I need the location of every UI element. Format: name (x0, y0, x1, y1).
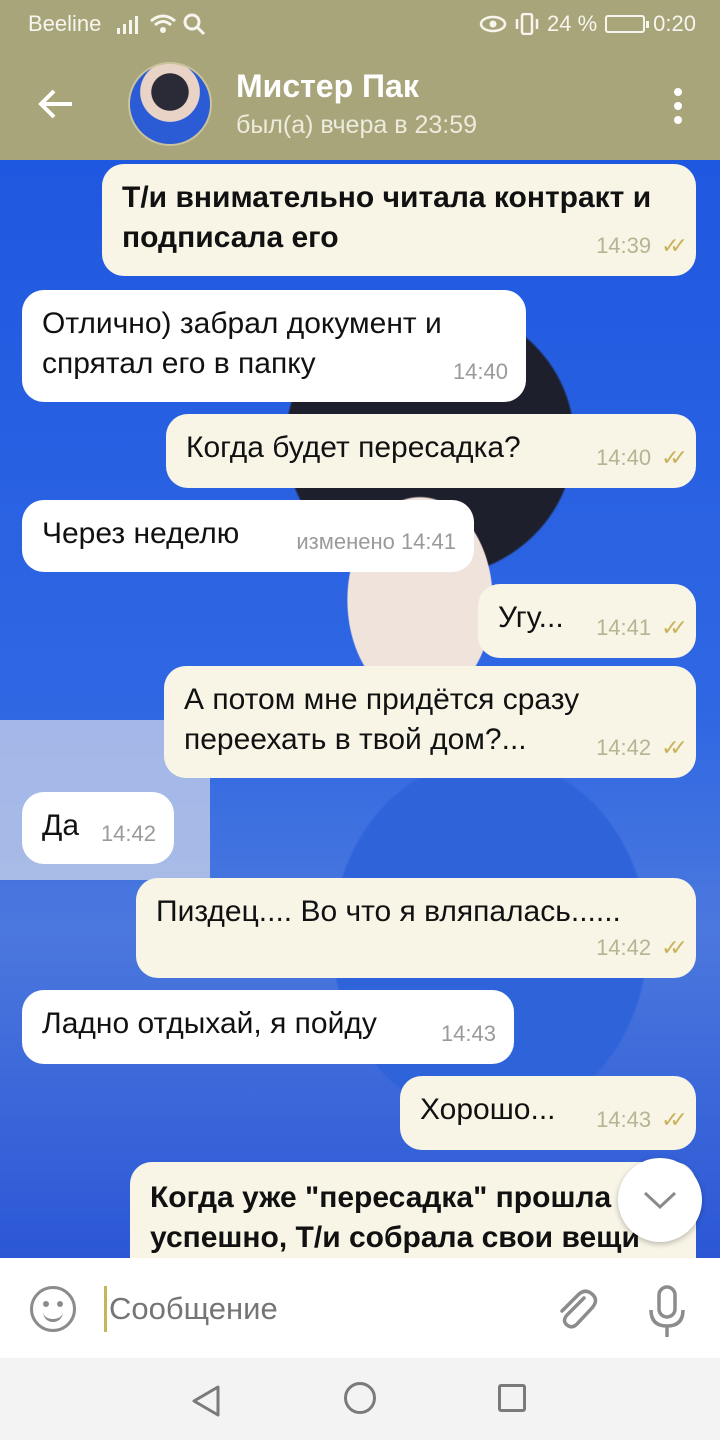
message-bubble[interactable]: Ладно отдыхай, я пойду 14:43 (22, 990, 514, 1064)
message-bubble[interactable]: Через неделю изменено 14:41 (22, 500, 474, 572)
contact-info[interactable]: Мистер Пак был(а) вчера в 23:59 (236, 68, 477, 140)
system-navigation-bar (0, 1358, 720, 1440)
message-text: Угу... (498, 601, 564, 634)
signal-icon (117, 16, 139, 34)
composer-bar (0, 1258, 720, 1358)
scroll-down-button[interactable] (618, 1158, 702, 1242)
chevron-down-icon (643, 1191, 677, 1210)
message-list[interactable]: Т/и внимательно читала контракт и подпис… (0, 160, 720, 1258)
nav-recents-icon[interactable] (498, 1384, 526, 1412)
message-bubble[interactable]: Угу... 14:41 ✓✓ (478, 584, 696, 658)
chat-header: Мистер Пак был(а) вчера в 23:59 (0, 48, 720, 160)
nav-home-icon[interactable] (344, 1382, 376, 1414)
paperclip-icon[interactable] (550, 1284, 600, 1334)
message-text: Когда будет пересадка? (186, 431, 521, 464)
message-bubble[interactable]: Когда будет пересадка? 14:40 ✓✓ (166, 414, 696, 488)
double-check-icon: ✓✓ (661, 233, 688, 258)
message-bubble[interactable]: Пиздец.... Во что я вляпалась...... 14:4… (136, 878, 696, 978)
message-time: 14:43 (596, 1107, 652, 1132)
message-time: 14:40 (596, 445, 652, 470)
wifi-icon (150, 14, 177, 33)
microphone-icon[interactable] (644, 1284, 690, 1340)
more-vertical-icon (674, 88, 682, 96)
message-text: Да (42, 809, 80, 842)
message-text: Пиздец.... Во что я вляпалась...... (156, 895, 621, 928)
avatar[interactable] (128, 62, 212, 146)
nav-back-icon[interactable] (190, 1384, 222, 1418)
double-check-icon: ✓✓ (661, 1107, 688, 1132)
battery-icon (605, 15, 650, 33)
message-bubble[interactable]: Отлично) забрал документ и спрятал его в… (22, 290, 526, 402)
message-input[interactable] (104, 1286, 524, 1332)
message-text: Через неделю (42, 517, 240, 550)
double-check-icon: ✓✓ (661, 735, 688, 760)
message-text: Ладно отдыхай, я пойду (42, 1007, 377, 1040)
double-check-icon: ✓✓ (661, 935, 688, 960)
message-text: Когда уже "пересадка" прошла успешно, Т/… (150, 1181, 640, 1254)
message-text: А потом мне придётся сразу переехать в т… (184, 683, 580, 756)
search-icon (183, 13, 206, 35)
arrow-left-icon (38, 89, 72, 119)
message-bubble[interactable]: Т/и внимательно читала контракт и подпис… (102, 164, 696, 276)
message-time: 14:42 (596, 935, 652, 960)
smile-icon[interactable] (30, 1286, 76, 1332)
message-time: 14:41 (596, 615, 652, 640)
clock: 0:20 (653, 11, 696, 36)
battery-percent: 24 % (547, 11, 598, 36)
message-time: 14:42 (596, 735, 652, 760)
message-text: Хорошо... (420, 1093, 556, 1126)
last-seen: был(а) вчера в 23:59 (236, 111, 478, 139)
contact-name: Мистер Пак (236, 68, 419, 104)
message-time: 14:40 (452, 359, 508, 384)
message-bubble[interactable]: Хорошо... 14:43 ✓✓ (400, 1076, 696, 1150)
message-time: 14:39 (596, 233, 652, 258)
double-check-icon: ✓✓ (661, 615, 688, 640)
back-button[interactable] (0, 48, 112, 160)
vibrate-icon (515, 13, 539, 35)
eye-icon (479, 15, 507, 33)
status-bar: Beeline 24 % 0:20 (0, 0, 720, 48)
message-bubble[interactable]: Когда уже "пересадка" прошла успешно, Т/… (130, 1162, 696, 1258)
more-menu-button[interactable] (674, 88, 682, 124)
message-time: изменено 14:41 (296, 529, 456, 554)
message-bubble[interactable]: А потом мне придётся сразу переехать в т… (164, 666, 696, 778)
double-check-icon: ✓✓ (661, 445, 688, 470)
message-text: Т/и внимательно читала контракт и подпис… (122, 181, 652, 254)
carrier-label: Beeline (28, 11, 102, 36)
message-time: 14:43 (440, 1021, 496, 1046)
message-text: Отлично) забрал документ и спрятал его в… (42, 307, 442, 380)
message-time: 14:42 (100, 821, 156, 846)
message-bubble[interactable]: Да 14:42 (22, 792, 174, 864)
